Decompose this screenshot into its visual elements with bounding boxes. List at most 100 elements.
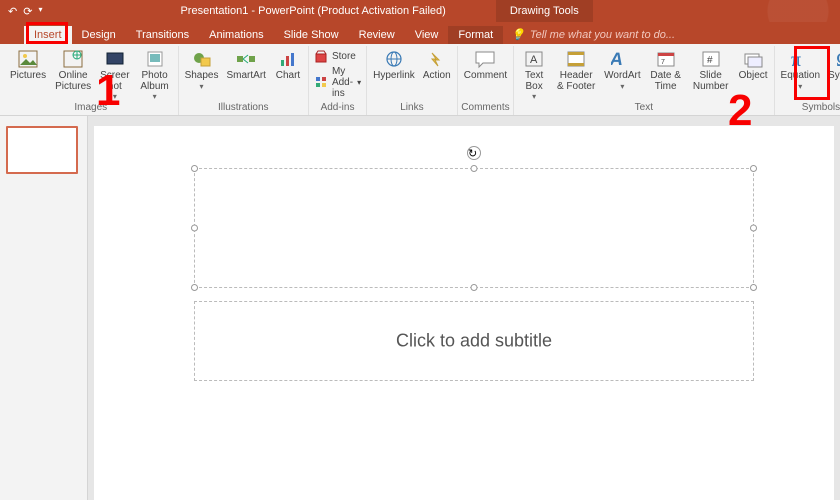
screenshot-icon xyxy=(104,48,126,70)
lightbulb-icon: 💡 xyxy=(511,28,525,41)
group-symbols: π Equation Ω Symbol Symbols xyxy=(775,46,840,115)
chart-label: Chart xyxy=(276,71,300,82)
comment-button[interactable]: Comment xyxy=(461,46,510,84)
resize-handle[interactable] xyxy=(750,284,757,291)
shapes-icon xyxy=(191,48,213,70)
addins-icon xyxy=(314,75,328,89)
smartart-button[interactable]: SmartArt xyxy=(224,46,269,84)
hyperlink-button[interactable]: Hyperlink xyxy=(370,46,418,84)
photo-album-button[interactable]: Photo Album xyxy=(135,46,175,103)
group-text-label: Text xyxy=(635,102,653,114)
date-time-label: Date & Time xyxy=(649,71,683,92)
comment-label: Comment xyxy=(464,71,507,82)
slide-number-icon: # xyxy=(700,48,722,70)
contextual-tab-label: Drawing Tools xyxy=(496,0,593,22)
equation-button[interactable]: π Equation xyxy=(778,46,823,93)
pictures-button[interactable]: Pictures xyxy=(7,46,49,84)
svg-text:A: A xyxy=(530,54,538,66)
online-pictures-button[interactable]: Online Pictures xyxy=(51,46,95,94)
group-images: Pictures Online Pictures Screerhot Photo… xyxy=(4,46,179,115)
svg-text:#: # xyxy=(707,55,713,66)
svg-text:Ω: Ω xyxy=(836,49,840,70)
smartart-icon xyxy=(235,48,257,70)
subtitle-placeholder[interactable]: Click to add subtitle xyxy=(194,301,754,381)
equation-icon: π xyxy=(789,48,811,70)
slide-number-button[interactable]: # Slide Number xyxy=(688,46,734,94)
wordart-button[interactable]: A WordArt xyxy=(601,46,644,93)
date-time-icon: 7 xyxy=(655,48,677,70)
tab-format[interactable]: Format xyxy=(448,26,503,44)
action-icon xyxy=(426,48,448,70)
tell-me-search[interactable]: 💡 Tell me what you want to do... xyxy=(503,25,683,44)
group-illustrations-label: Illustrations xyxy=(218,102,269,114)
slide-canvas[interactable]: ↻ Click to add subtitle xyxy=(88,116,840,500)
group-links: Hyperlink Action Links xyxy=(367,46,458,115)
object-label: Object xyxy=(739,71,768,82)
tab-animations[interactable]: Animations xyxy=(199,26,273,44)
resize-handle[interactable] xyxy=(471,284,478,291)
slide-number-label: Slide Number xyxy=(691,71,731,92)
pictures-label: Pictures xyxy=(10,71,46,82)
my-addins-button[interactable]: My Add-ins ▾ xyxy=(314,66,361,99)
symbol-label: Symbol xyxy=(828,71,840,82)
slide-thumbnails-pane[interactable] xyxy=(0,116,88,500)
slide[interactable]: ↻ Click to add subtitle xyxy=(94,126,834,500)
undo-icon[interactable]: ↶ xyxy=(8,5,17,18)
object-button[interactable]: Object xyxy=(736,46,771,84)
screenshot-label: Screerhot xyxy=(100,71,129,92)
wordart-icon: A xyxy=(611,48,633,70)
window-title: Presentation1 - PowerPoint (Product Acti… xyxy=(180,5,445,17)
tab-slideshow[interactable]: Slide Show xyxy=(274,26,349,44)
action-button[interactable]: Action xyxy=(420,46,454,84)
group-comments: Comment Comments xyxy=(458,46,514,115)
store-label: Store xyxy=(332,51,356,62)
wordart-label: WordArt xyxy=(604,71,641,82)
resize-handle[interactable] xyxy=(471,165,478,172)
pictures-icon xyxy=(17,48,39,70)
tab-view[interactable]: View xyxy=(405,26,449,44)
tab-insert[interactable]: Insert xyxy=(24,26,72,44)
qat-dropdown-icon[interactable]: ▾ xyxy=(38,5,42,18)
text-box-label: Text Box xyxy=(520,71,548,92)
group-addins: Store My Add-ins ▾ Add-ins xyxy=(309,46,367,115)
rotate-handle-icon[interactable]: ↻ xyxy=(467,146,481,160)
tab-review[interactable]: Review xyxy=(349,26,405,44)
group-links-label: Links xyxy=(400,102,423,114)
symbol-button[interactable]: Ω Symbol xyxy=(825,46,840,84)
group-text: A Text Box Header & Footer A WordArt 7 xyxy=(514,46,774,115)
svg-text:7: 7 xyxy=(661,59,665,66)
header-footer-icon xyxy=(565,48,587,70)
resize-handle[interactable] xyxy=(191,165,198,172)
title-bar: ↶ ⟳ ▾ Presentation1 - PowerPoint (Produc… xyxy=(0,0,840,22)
store-button[interactable]: Store xyxy=(314,50,356,64)
equation-label: Equation xyxy=(781,71,820,82)
my-addins-label: My Add-ins xyxy=(332,66,353,99)
tab-transitions[interactable]: Transitions xyxy=(126,26,199,44)
shapes-label: Shapes xyxy=(185,71,219,82)
text-box-button[interactable]: A Text Box xyxy=(517,46,551,103)
workspace: ↻ Click to add subtitle xyxy=(0,116,840,500)
online-pictures-icon xyxy=(62,48,84,70)
screenshot-button[interactable]: Screerhot xyxy=(97,46,132,103)
chart-button[interactable]: Chart xyxy=(271,46,305,84)
resize-handle[interactable] xyxy=(750,165,757,172)
resize-handle[interactable] xyxy=(191,225,198,232)
date-time-button[interactable]: 7 Date & Time xyxy=(646,46,686,94)
redo-icon[interactable]: ⟳ xyxy=(23,5,32,18)
chart-icon xyxy=(277,48,299,70)
shapes-button[interactable]: Shapes xyxy=(182,46,222,93)
hyperlink-label: Hyperlink xyxy=(373,71,415,82)
svg-text:A: A xyxy=(611,49,625,69)
tab-design[interactable]: Design xyxy=(72,26,126,44)
header-footer-button[interactable]: Header & Footer xyxy=(553,46,599,94)
slide-thumbnail-1[interactable] xyxy=(6,126,78,174)
resize-handle[interactable] xyxy=(191,284,198,291)
store-icon xyxy=(314,50,328,64)
resize-handle[interactable] xyxy=(750,225,757,232)
subtitle-placeholder-text: Click to add subtitle xyxy=(195,331,753,352)
object-icon xyxy=(742,48,764,70)
group-illustrations: Shapes SmartArt Chart Illustrations xyxy=(179,46,309,115)
group-addins-label: Add-ins xyxy=(321,102,355,114)
title-placeholder[interactable] xyxy=(194,168,754,288)
header-footer-label: Header & Footer xyxy=(556,71,596,92)
